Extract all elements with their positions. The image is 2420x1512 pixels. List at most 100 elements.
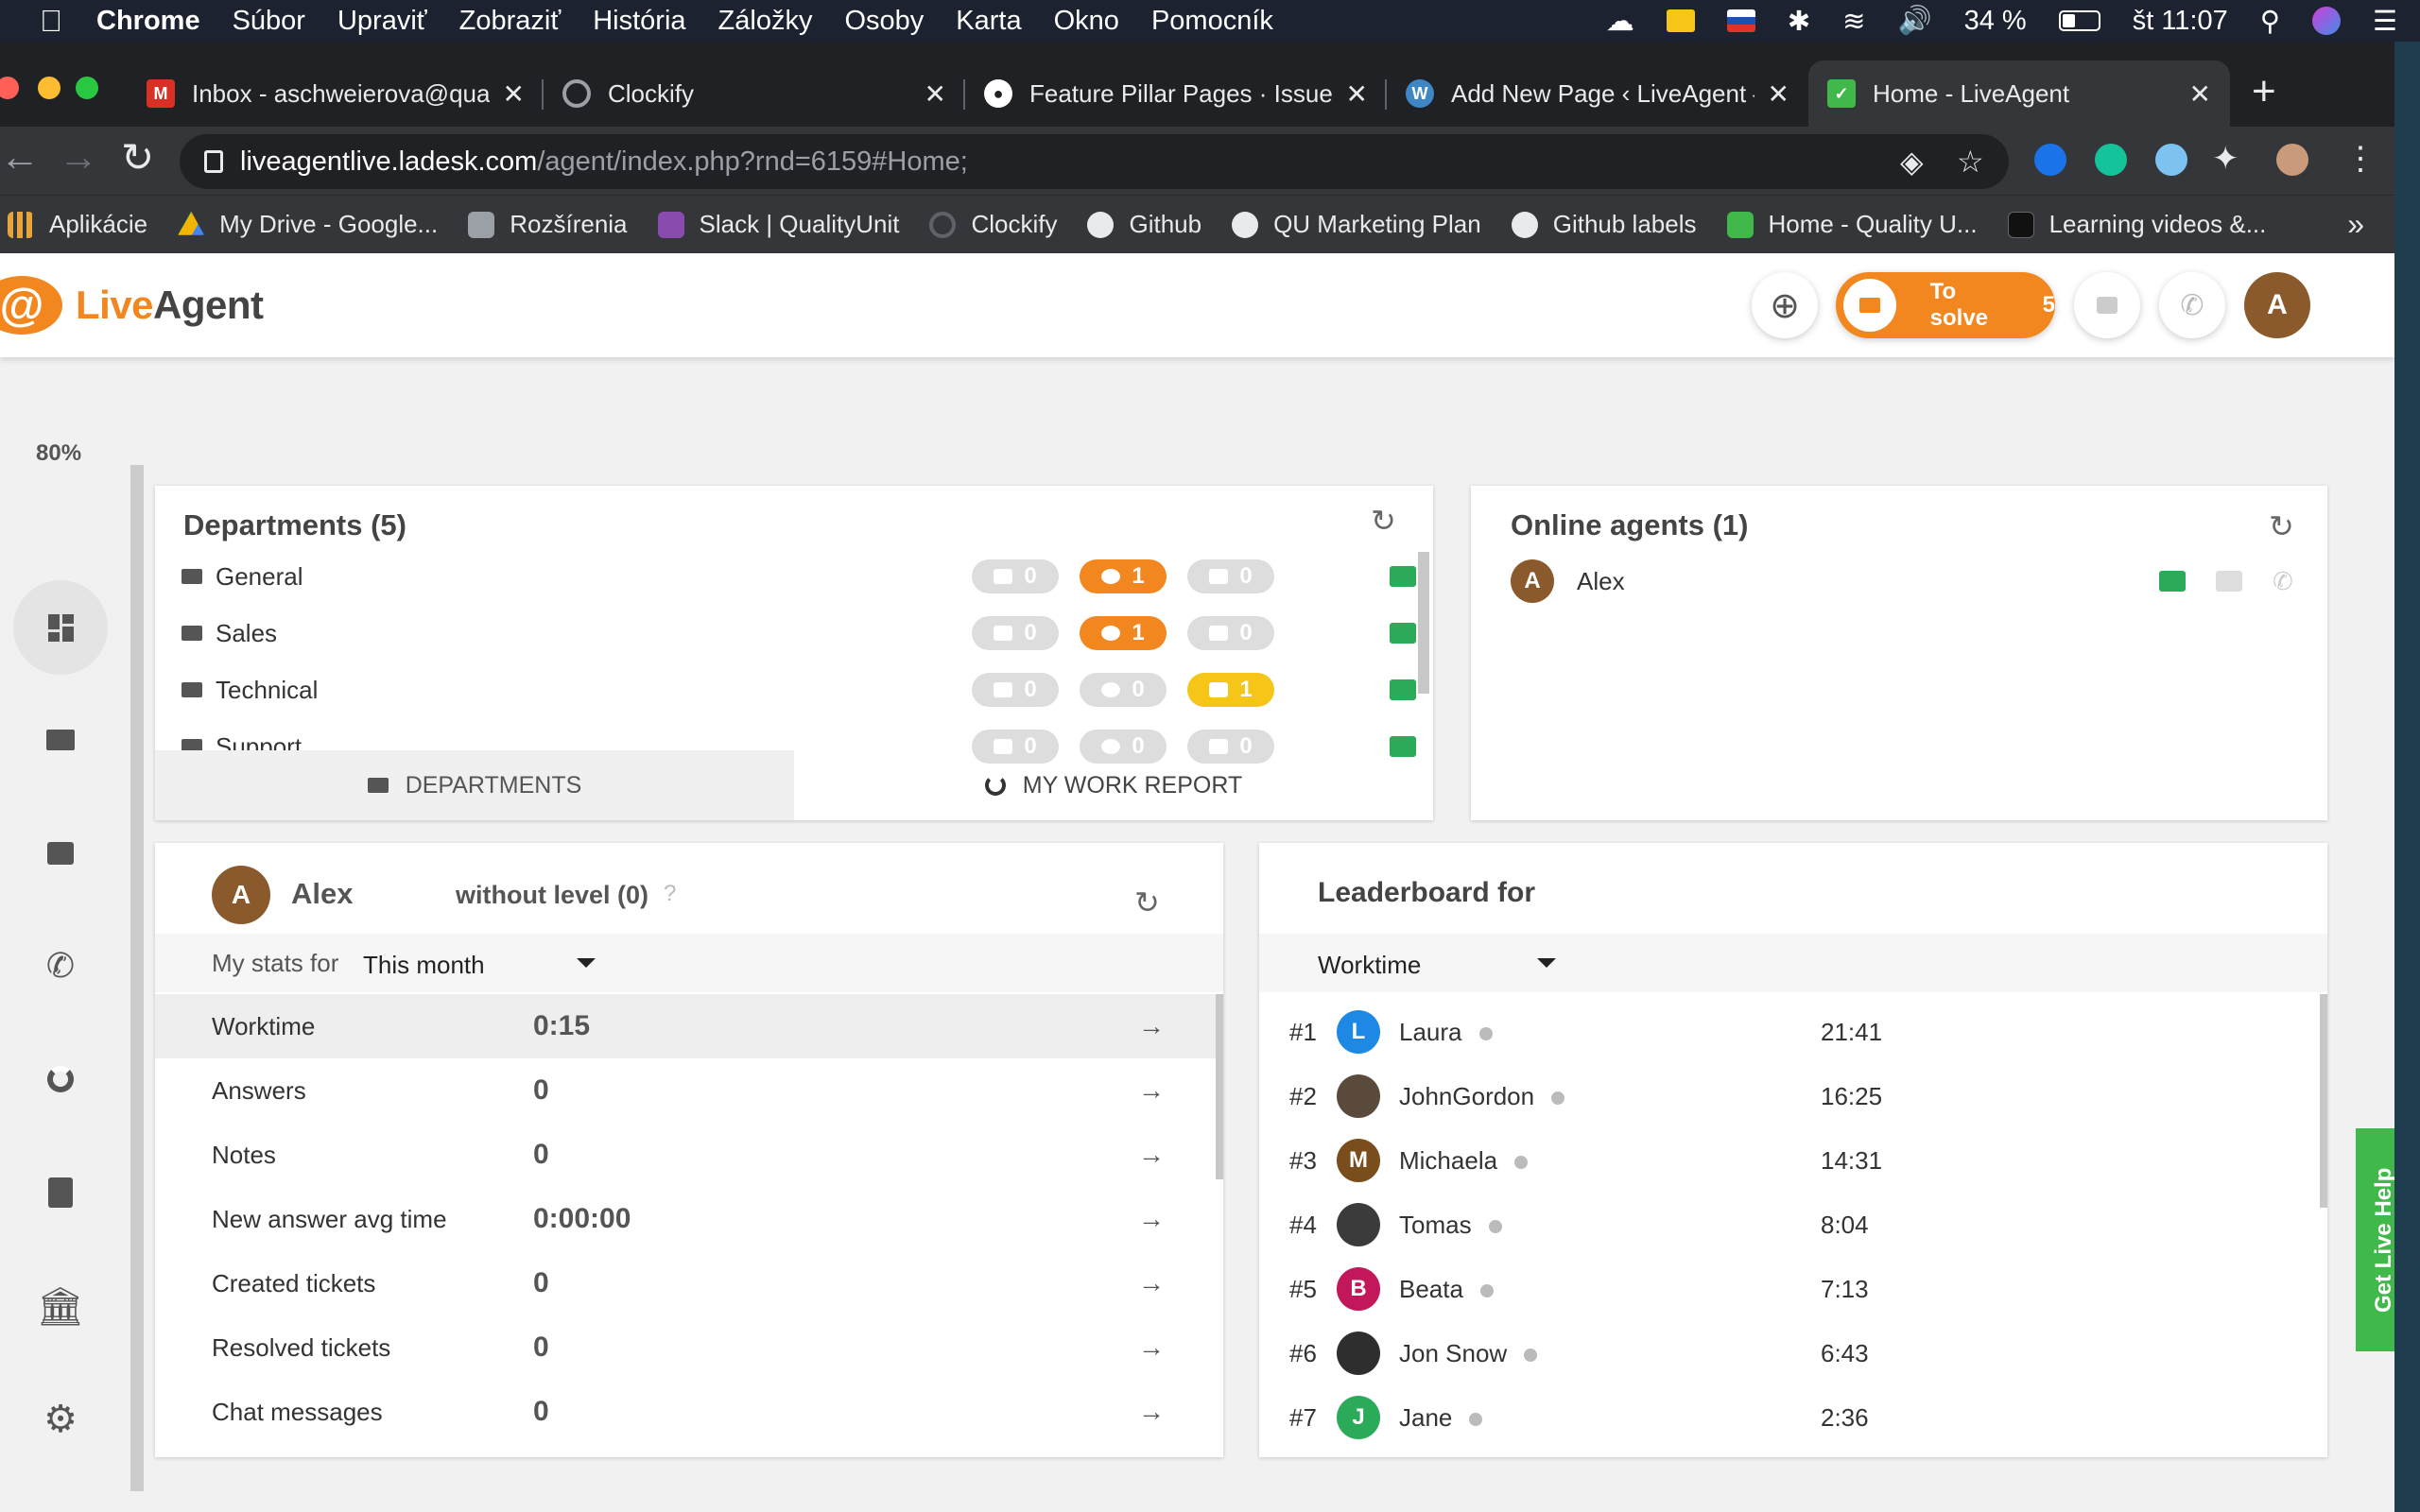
tab-departments[interactable]: DEPARTMENTS [155, 750, 794, 820]
leaderboard-row[interactable]: #2 JohnGordon 16:25 [1259, 1064, 2327, 1128]
close-tab-icon[interactable]: ✕ [1768, 78, 1789, 110]
profile-avatar-icon[interactable] [2276, 144, 2308, 176]
call-button[interactable]: ✆ [2159, 272, 2225, 338]
battery-icon[interactable] [2058, 10, 2100, 31]
bookmark-github[interactable]: Github [1087, 210, 1201, 239]
tab-gmail[interactable]: M Inbox - aschweierova@quali ✕ [128, 60, 544, 127]
sidebar-item-calls[interactable]: ✆ [13, 919, 108, 1013]
leaderboard-row[interactable]: #3 M Michaela 14:31 [1259, 1128, 2327, 1193]
sidebar-item-contacts[interactable] [13, 1145, 108, 1240]
stats-row[interactable]: Notes 0 → [155, 1123, 1223, 1187]
bookmark-qu-marketing[interactable]: QU Marketing Plan [1232, 210, 1481, 239]
get-live-help-button[interactable]: Get Live Help [2356, 1128, 2394, 1351]
menu-help[interactable]: Pomocník [1151, 6, 1273, 37]
department-row[interactable]: General010✆ [182, 548, 1433, 605]
leaderboard-row[interactable]: #1 L Laura 21:41 [1259, 1000, 2327, 1064]
sidebar-scrollbar[interactable] [130, 465, 144, 1491]
bookmark-star-icon[interactable]: ☆ [1957, 144, 1984, 180]
stats-row[interactable]: New answer avg time 0:00:00 → [155, 1187, 1223, 1251]
department-row[interactable]: Sales010✆ [182, 605, 1433, 662]
extension-blue-icon[interactable] [2034, 144, 2066, 176]
sidebar-item-chats[interactable] [13, 806, 108, 901]
leaderboard-row[interactable]: #6 Jon Snow 6:43 [1259, 1321, 2327, 1385]
leaderboard-scrollbar[interactable] [2320, 994, 2327, 1208]
close-tab-icon[interactable]: ✕ [2189, 78, 2211, 110]
stats-row[interactable]: Worktime 0:15 → [155, 994, 1223, 1058]
bookmark-slack[interactable]: Slack | QualityUnit [657, 210, 899, 239]
arrow-right-icon[interactable]: → [1138, 1268, 1165, 1298]
apple-icon[interactable]:  [25, 4, 78, 39]
leaderboard-metric-select[interactable]: Worktime [1318, 941, 1564, 985]
bookmark-drive[interactable]: My Drive - Google... [178, 210, 438, 239]
chrome-menu-icon[interactable]: ⋮ [2344, 140, 2377, 178]
creative-cloud-icon[interactable]: ☁ [1606, 5, 1634, 38]
close-tab-icon[interactable]: ✕ [503, 78, 525, 110]
bookmarks-overflow-button[interactable]: » [2347, 207, 2364, 242]
refresh-icon[interactable]: ↻ [2269, 508, 2294, 544]
leaderboard-row[interactable]: #7 J Jane 2:36 [1259, 1385, 2327, 1450]
menu-people[interactable]: Osoby [844, 6, 924, 37]
stats-row[interactable]: Created tickets 0 → [155, 1251, 1223, 1315]
menu-view[interactable]: Zobraziť [459, 6, 562, 37]
stats-user-avatar[interactable]: A [212, 866, 270, 924]
extensions-puzzle-icon[interactable]: ✦ [2212, 140, 2239, 178]
checkmark-extension-icon[interactable] [2155, 144, 2187, 176]
back-icon[interactable]: ← [0, 134, 40, 180]
arrow-right-icon[interactable]: → [1138, 1011, 1165, 1041]
siri-icon[interactable] [2312, 7, 2341, 35]
tab-clockify[interactable]: Clockify ✕ [544, 60, 965, 127]
sidebar-item-dashboard[interactable] [13, 580, 108, 675]
menu-window[interactable]: Okno [1054, 6, 1119, 37]
stats-scrollbar[interactable] [1216, 994, 1223, 1179]
stats-row[interactable]: Answers 0 → [155, 1058, 1223, 1123]
refresh-icon[interactable]: ↻ [1134, 885, 1160, 920]
leaderboard-row[interactable]: #4 Tomas 8:04 [1259, 1193, 2327, 1257]
close-tab-icon[interactable]: ✕ [925, 78, 946, 110]
menu-tab[interactable]: Karta [956, 6, 1021, 37]
close-tab-icon[interactable]: ✕ [1346, 78, 1368, 110]
leaderboard-row[interactable]: #5 B Beata 7:13 [1259, 1257, 2327, 1321]
to-solve-button[interactable]: To solve 5 [1836, 272, 2055, 338]
bookmark-extensions[interactable]: Rozšírenia [468, 210, 628, 239]
level-help-icon[interactable]: ? [664, 881, 676, 907]
stats-row[interactable]: Resolved tickets 0 → [155, 1315, 1223, 1380]
liveagent-logo[interactable]: @ LiveAgent [0, 276, 264, 335]
arrow-right-icon[interactable]: → [1138, 1140, 1165, 1170]
spotlight-search-icon[interactable]: ⚲ [2260, 5, 2280, 38]
new-tab-button[interactable]: + [2252, 68, 2276, 115]
bluetooth-icon[interactable]: ✱ [1788, 5, 1810, 38]
bookmark-github-labels[interactable]: Github labels [1511, 210, 1697, 239]
chat-button[interactable] [2074, 272, 2140, 338]
wifi-icon[interactable]: ≋ [1842, 5, 1865, 38]
grammarly-icon[interactable] [2095, 144, 2127, 176]
sidebar-item-reports[interactable] [13, 1032, 108, 1126]
lock-icon[interactable] [204, 150, 223, 173]
minimize-window-button[interactable] [38, 77, 60, 99]
keyboard-flag-icon[interactable] [1726, 9, 1755, 32]
bookmark-apps[interactable]: Aplikácie [8, 210, 147, 239]
menu-file[interactable]: Súbor [233, 6, 305, 37]
stats-period-select[interactable]: This month [363, 941, 605, 985]
tab-wordpress[interactable]: W Add New Page ‹ LiveAgent — ✕ [1387, 60, 1808, 127]
bookmark-clockify[interactable]: Clockify [929, 210, 1057, 239]
menu-edit[interactable]: Upraviť [337, 6, 427, 37]
sidebar-item-tickets[interactable] [13, 693, 108, 787]
user-avatar[interactable]: A [2244, 272, 2310, 338]
menu-bookmarks[interactable]: Záložky [718, 6, 813, 37]
tab-github-issue[interactable]: ● Feature Pillar Pages · Issue # ✕ [965, 60, 1387, 127]
close-window-button[interactable] [0, 77, 19, 99]
control-center-icon[interactable]: ☰ [2373, 5, 2397, 38]
arrow-right-icon[interactable]: → [1138, 1397, 1165, 1427]
department-row[interactable]: Technical001✆ [182, 662, 1433, 718]
agent-row[interactable]: A Alex ✆ [1511, 558, 2305, 605]
departments-scrollbar[interactable] [1418, 552, 1429, 694]
stats-row[interactable]: Chat messages 0 → [155, 1380, 1223, 1444]
tab-liveagent-home[interactable]: ✓ Home - LiveAgent ✕ [1808, 60, 2230, 127]
sidebar-item-knowledgebase[interactable]: 🏛 [13, 1259, 108, 1353]
ws-icon[interactable] [1666, 9, 1695, 32]
menu-app-name[interactable]: Chrome [96, 6, 200, 37]
menu-history[interactable]: História [593, 6, 685, 37]
tab-my-work-report[interactable]: MY WORK REPORT [794, 750, 1433, 820]
zoom-window-button[interactable] [76, 77, 98, 99]
forward-icon[interactable]: → [59, 134, 98, 180]
